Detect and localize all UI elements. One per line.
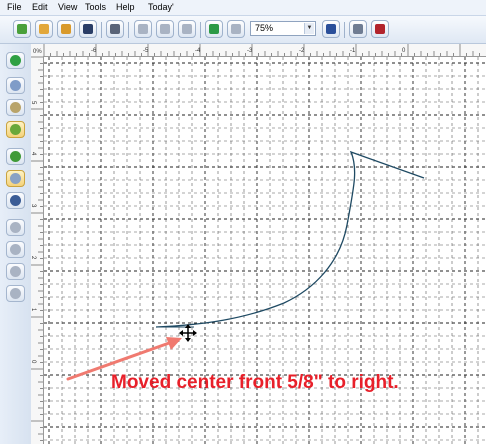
move-horizontal-icon <box>10 222 21 233</box>
info-icon <box>326 24 336 34</box>
menu-file[interactable]: File <box>7 2 22 12</box>
menu-help[interactable]: Help <box>116 2 135 12</box>
select-arrow-icon <box>10 55 21 66</box>
ruler-label: -6 <box>91 48 97 54</box>
ruler-label: 0 <box>402 48 406 54</box>
new-file-icon <box>17 24 27 34</box>
redo-button[interactable] <box>227 20 245 38</box>
annotation-text: Moved center front 5/8" to right. <box>111 372 399 393</box>
copy-pages-button[interactable] <box>6 192 25 209</box>
toolbar-separator <box>344 22 345 38</box>
rotate-right-button[interactable] <box>6 285 25 302</box>
horizontal-ruler-ticks: 0% -6 -5 -4 -3 -2 -1 0 <box>33 44 480 56</box>
zoom-tool-button[interactable] <box>6 77 25 94</box>
vertical-ruler: 5 4 3 2 1 0 <box>31 56 44 444</box>
save-button[interactable] <box>79 20 97 38</box>
ruler-label: 4 <box>31 152 36 156</box>
open-folder-icon <box>39 24 49 34</box>
zoom-magnifier-icon <box>10 80 21 91</box>
drafting-tool-icon <box>10 151 21 162</box>
menu-edit[interactable]: Edit <box>32 2 48 12</box>
zoom-select[interactable]: 75% ▼ <box>250 21 316 36</box>
menu-tools[interactable]: Tools <box>85 2 106 12</box>
paste-button[interactable] <box>178 20 196 38</box>
bicycle-icon <box>375 24 385 34</box>
toolbar-separator <box>128 22 129 38</box>
left-toolbar <box>0 44 32 444</box>
ruler-label: -5 <box>143 48 149 54</box>
ruler-label: 2 <box>31 256 36 260</box>
redo-icon <box>231 24 241 34</box>
cut-icon <box>138 24 148 34</box>
ruler-label: 1 <box>31 308 36 312</box>
menu-view[interactable]: View <box>58 2 77 12</box>
undo-button[interactable] <box>205 20 223 38</box>
rotate-right-icon <box>10 288 21 299</box>
chevron-down-icon[interactable]: ▼ <box>304 23 314 34</box>
menu-today[interactable]: Today' <box>148 2 174 12</box>
copy-pages-icon <box>10 195 21 206</box>
open-recent-button[interactable] <box>57 20 75 38</box>
copy-button[interactable] <box>156 20 174 38</box>
open-button[interactable] <box>35 20 53 38</box>
main-toolbar: 75% ▼ <box>0 16 486 44</box>
paste-icon <box>182 24 192 34</box>
ruler-label: -1 <box>350 48 356 54</box>
pan-tool-button[interactable] <box>6 99 25 116</box>
move-vertical-button[interactable] <box>6 241 25 258</box>
print-icon <box>110 24 120 34</box>
menu-bar: File Edit View Tools Help Today' <box>0 0 486 16</box>
new-file-button[interactable] <box>13 20 31 38</box>
ruler-tool-button[interactable] <box>6 121 25 138</box>
ruler-label: -2 <box>299 48 305 54</box>
rotate-left-button[interactable] <box>6 263 25 280</box>
bicycle-button[interactable] <box>371 20 389 38</box>
toolbar-separator <box>101 22 102 38</box>
grid-settings-button[interactable] <box>6 170 25 187</box>
ruler-label: -4 <box>195 48 201 54</box>
vertical-ruler-ticks: 5 4 3 2 1 0 <box>31 56 43 441</box>
measure-icon <box>353 24 363 34</box>
move-vertical-icon <box>10 244 21 255</box>
ruler-tool-icon <box>10 124 21 135</box>
ruler-label: 3 <box>31 204 36 208</box>
save-icon <box>83 24 93 34</box>
ruler-corner-label: 0% <box>33 49 42 55</box>
ruler-label: 0 <box>31 360 36 364</box>
print-button[interactable] <box>106 20 124 38</box>
open-recent-icon <box>61 24 71 34</box>
rotate-left-icon <box>10 266 21 277</box>
horizontal-ruler: 0% -6 -5 -4 -3 -2 -1 0 <box>31 44 486 57</box>
measure-button[interactable] <box>349 20 367 38</box>
move-horizontal-button[interactable] <box>6 219 25 236</box>
toolbar-separator <box>200 22 201 38</box>
zoom-value: 75% <box>255 23 274 33</box>
pan-hand-icon <box>10 102 21 113</box>
undo-icon <box>209 24 219 34</box>
ruler-label: -3 <box>247 48 253 54</box>
grid-settings-icon <box>10 173 21 184</box>
info-button[interactable] <box>322 20 340 38</box>
ruler-label: 5 <box>31 101 36 105</box>
select-tool-button[interactable] <box>6 52 25 69</box>
copy-icon <box>160 24 170 34</box>
neckline-curve[interactable] <box>155 150 425 328</box>
cut-button[interactable] <box>134 20 152 38</box>
drafting-tool-button[interactable] <box>6 148 25 165</box>
